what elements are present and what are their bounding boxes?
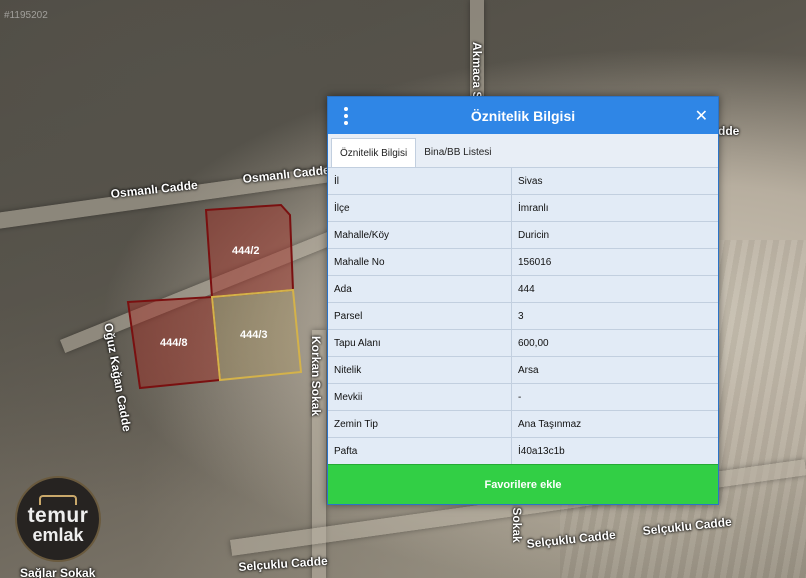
close-icon[interactable]: ✕ (695, 106, 708, 126)
attr-key: Nitelik (328, 356, 512, 384)
logo-line1: temur (27, 503, 89, 527)
attr-value: 3 (511, 302, 718, 330)
table-row: Mahalle No 156016 (328, 248, 718, 276)
attr-key: Ada (328, 275, 512, 303)
attr-key: Mevkii (328, 383, 512, 411)
table-row: Ada 444 (328, 275, 718, 303)
attr-value: 156016 (511, 248, 718, 276)
attr-key: Zemin Tip (328, 410, 512, 438)
attr-value: - (511, 383, 718, 411)
tab-attribute-info[interactable]: Öznitelik Bilgisi (331, 138, 417, 167)
attr-key: Parsel (328, 302, 512, 330)
parcel-label-444-3: 444/3 (240, 329, 268, 341)
table-row: Tapu Alanı 600,00 (328, 329, 718, 357)
attr-value: Arsa (511, 356, 718, 384)
kebab-menu-icon[interactable] (338, 107, 354, 125)
table-row: Mahalle/Köy Duricin (328, 221, 718, 249)
table-row: İlçe İmranlı (328, 194, 718, 222)
table-row: Zemin Tip Ana Taşınmaz (328, 410, 718, 438)
attr-key: Mahalle/Köy (328, 221, 512, 249)
logo-line2: emlak (32, 524, 84, 545)
attr-value: İ40a13c1b (511, 437, 718, 465)
attr-value: Duricin (511, 221, 718, 249)
table-row: Pafta İ40a13c1b (328, 437, 718, 465)
dialog-tabs: Öznitelik Bilgisi Bina/BB Listesi (328, 134, 718, 168)
attr-value: Sivas (511, 168, 718, 195)
attr-key: İl (328, 168, 512, 195)
parcel-label-444-8: 444/8 (160, 337, 188, 349)
logo-roof-icon (39, 494, 77, 505)
attr-key: Mahalle No (328, 248, 512, 276)
dialog-title: Öznitelik Bilgisi (470, 107, 576, 124)
parcel-label-444-2: 444/2 (232, 245, 260, 257)
attr-value: İmranlı (511, 194, 718, 222)
attribute-info-dialog: Öznitelik Bilgisi ✕ Öznitelik Bilgisi Bi… (327, 96, 719, 505)
dialog-header: Öznitelik Bilgisi ✕ (328, 97, 718, 134)
table-row: Mevkii - (328, 383, 718, 411)
attr-key: İlçe (328, 194, 512, 222)
table-row: Parsel 3 (328, 302, 718, 330)
attr-value: Ana Taşınmaz (511, 410, 718, 438)
tab-building-list[interactable]: Bina/BB Listesi (416, 138, 499, 167)
add-to-favorites-button[interactable]: Favorilere ekle (328, 464, 718, 504)
attr-value: 444 (511, 275, 718, 303)
attribute-table: İl Sivas İlçe İmranlı Mahalle/Köy Duricin M… (328, 168, 718, 465)
table-row: Nitelik Arsa (328, 356, 718, 384)
attr-value: 600,00 (511, 329, 718, 357)
table-row: İl Sivas (328, 168, 718, 195)
temur-emlak-logo: temur emlak (15, 476, 101, 562)
attr-key: Tapu Alanı (328, 329, 512, 357)
attr-key: Pafta (328, 437, 512, 465)
